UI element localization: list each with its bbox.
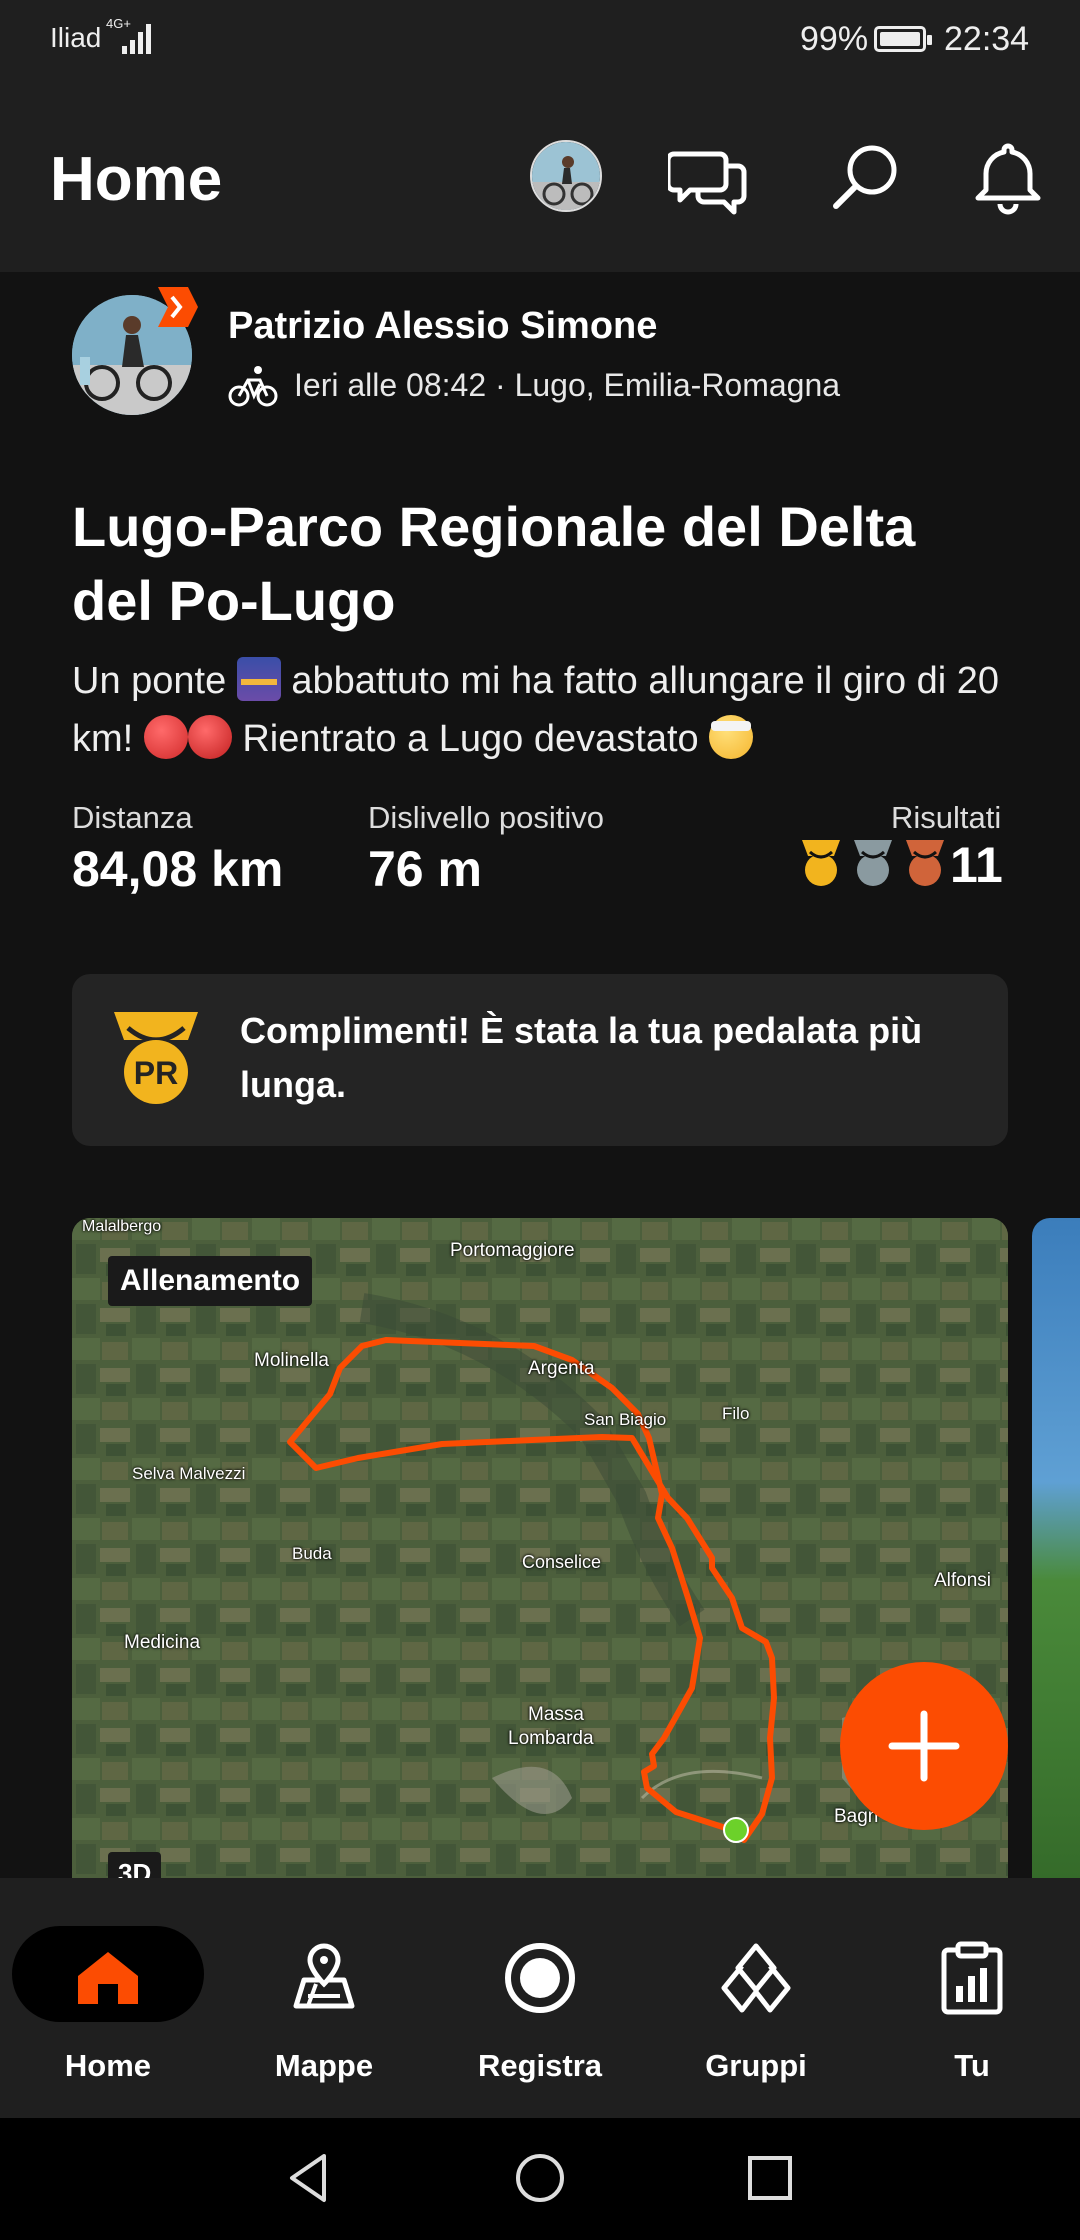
map-label: San Biagio [584,1410,667,1429]
activity-type-chip: Allenamento [108,1256,313,1306]
clipboard-stats-icon [941,1941,1003,2015]
subscriber-badge-icon [158,287,198,327]
profile-avatar[interactable] [530,140,602,212]
desc-part-3: Rientrato a Lugo devastato [231,718,710,760]
activity-time-location: Ieri alle 08:42 · Lugo, Emilia-Romagna [294,366,841,403]
activity-description: Un ponte abbattuto mi ha fatto allungare… [72,652,1012,768]
svg-text:4G+: 4G+ [106,16,131,31]
avatar-photo [532,142,600,210]
elevation-value: 76 m [368,841,482,897]
achievement-text: Complimenti! È stata la tua pedalata più… [240,1010,923,1105]
angry-face-emoji-icon [143,715,188,759]
desc-part-1: Un ponte [72,660,237,702]
nav-home-label: Home [64,2048,152,2083]
record-icon [505,1943,575,2013]
nav-record-label: Registra [477,2048,603,2083]
elevation-label: Dislivello positivo [368,800,605,835]
groups-icon [721,1943,791,2013]
map-label: Alfonsi [934,1570,992,1591]
nav-maps-label: Mappe [274,2048,374,2083]
bandaged-face-emoji-icon [709,715,754,759]
map-label: Lombarda [508,1728,594,1749]
messages-icon[interactable] [668,138,748,218]
signal-icon: 4G+ [106,16,151,54]
search-icon[interactable] [826,138,906,218]
bottom-navigation: Home Mappe Registra Gruppi Tu [0,1878,1080,2118]
bike-activity-icon [228,366,278,407]
battery-percent: 99% [800,20,869,58]
map-label: Malalbergo [82,1218,162,1235]
nav-maps[interactable]: Mappe [216,1878,432,2118]
distance-label: Distanza [72,800,193,835]
map-label: Medicina [124,1632,201,1653]
nav-you-label: Tu [954,2048,990,2083]
results-medals [798,838,948,890]
clock: 22:34 [944,20,1030,58]
next-photo-card[interactable] [1032,1218,1080,1878]
plus-icon [888,1710,960,1782]
results-label: Risultati [891,800,1002,835]
nav-record[interactable]: Registra [432,1878,648,2118]
carrier-label: Iliad [50,22,102,53]
author-name[interactable]: Patrizio Alessio Simone [228,305,657,348]
recents-icon[interactable] [740,2148,800,2208]
map-3d-toggle[interactable]: 3D [108,1852,162,1878]
battery-icon [874,26,932,52]
achievement-card[interactable]: PR Complimenti! È stata la tua pedalata … [72,974,1008,1146]
back-icon[interactable] [280,2148,340,2208]
home-circle-icon[interactable] [510,2148,570,2208]
create-fab-button[interactable] [840,1662,1008,1830]
status-bar: Iliad 4G+ 99% 22:34 [0,0,1080,80]
system-navigation-bar [0,2118,1080,2240]
map-label: Molinella [254,1350,329,1371]
map-label: Filo [722,1404,750,1423]
activity-title[interactable]: Lugo-Parco Regionale del Delta del Po-Lu… [72,490,1002,638]
nav-groups-label: Gruppi [705,2048,807,2083]
map-pin-icon [293,1943,355,2009]
gold-medal-icon [802,840,840,886]
home-icon [78,1952,138,2004]
notifications-icon[interactable] [968,138,1048,218]
map-label: Argenta [528,1358,595,1379]
map-label: Massa [528,1704,584,1725]
pr-badge-text: PR [134,1055,178,1091]
map-label: Buda [292,1544,332,1563]
nav-groups[interactable]: Gruppi [648,1878,864,2118]
app-bar: Home [0,80,1080,272]
map-label: Selva Malvezzi [132,1464,246,1483]
page-title: Home [50,145,223,214]
distance-value: 84,08 km [72,841,284,897]
map-label: Conselice [522,1552,602,1572]
cursing-face-emoji-icon [187,715,232,759]
battery-fill [880,32,920,46]
nav-you[interactable]: Tu [864,1878,1080,2118]
activity-meta: Ieri alle 08:42 · Lugo, Emilia-Romagna [228,362,840,408]
results-count[interactable]: 11 [950,836,1003,894]
bridge-emoji-icon [236,657,281,701]
silver-medal-icon [854,840,892,886]
map-label: Portomaggiore [450,1240,575,1261]
bronze-medal-icon [906,840,944,886]
pr-medal-icon: PR [114,1012,198,1104]
nav-home[interactable]: Home [0,1878,216,2118]
